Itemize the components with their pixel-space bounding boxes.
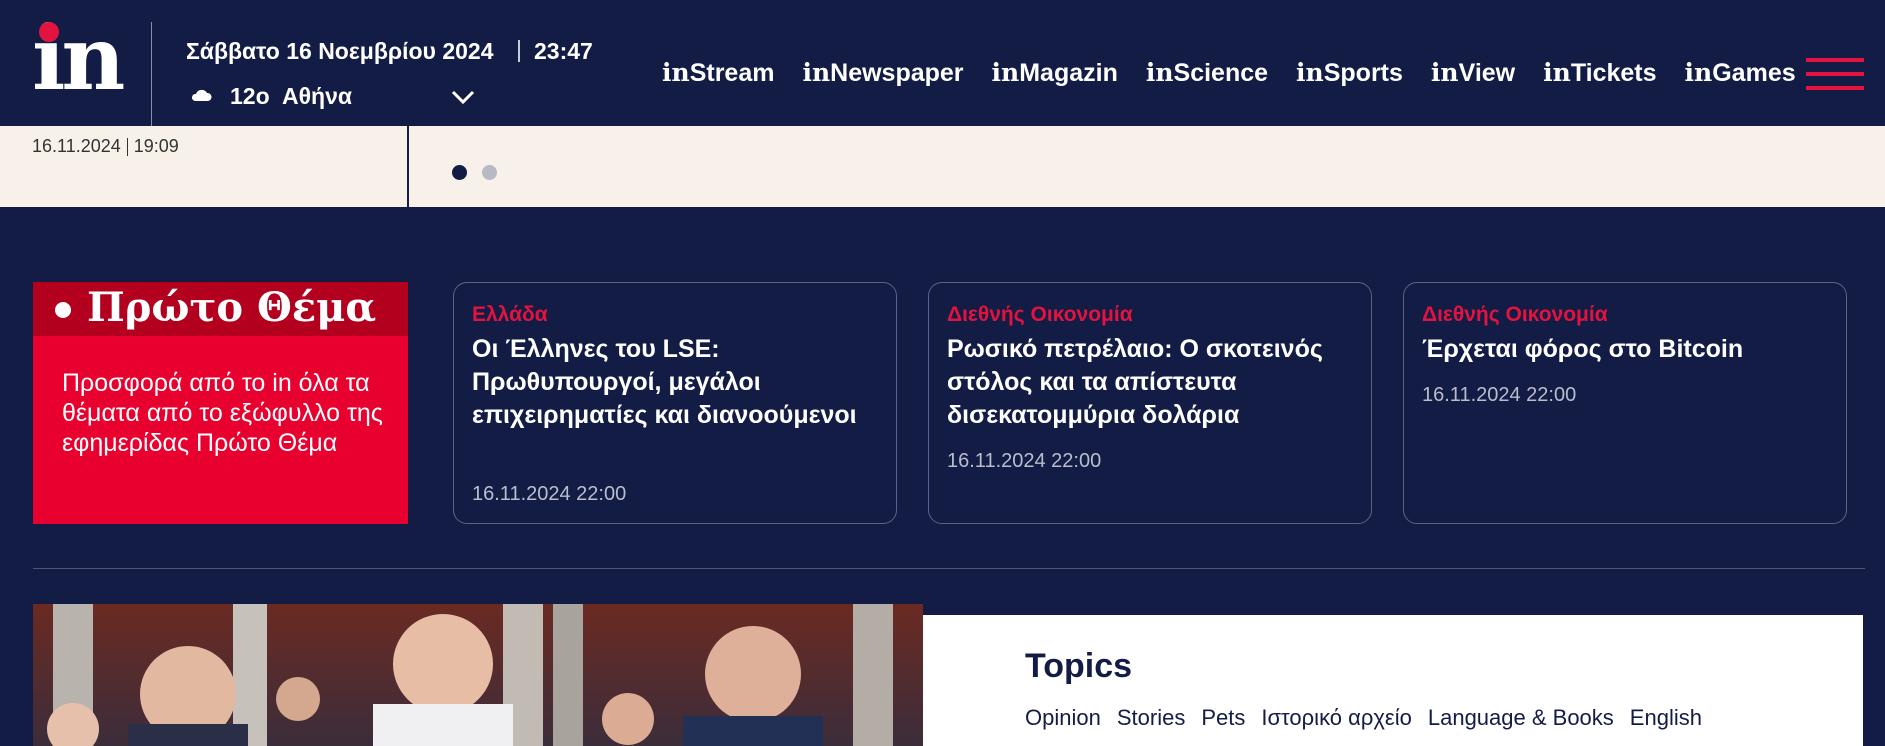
ticker-timestamp: 16.11.2024 19:09 xyxy=(32,136,179,157)
section-divider xyxy=(33,568,1865,569)
proto-thema-promo[interactable]: Πρώτο Θέμα Προσφορά από το in όλα τα θέμ… xyxy=(33,282,408,524)
strip-divider xyxy=(407,126,409,207)
article-title[interactable]: Ρωσικό πετρέλαιο: Ο σκοτεινός στόλος και… xyxy=(947,333,1357,432)
current-time: 23:47 xyxy=(534,38,593,64)
city-name[interactable]: Αθήνα xyxy=(282,83,352,110)
nav-item-view[interactable]: inView xyxy=(1431,58,1515,88)
topics-panel: Topics Opinion Stories Pets Ιστορικό αρχ… xyxy=(923,615,1863,746)
article-date: 16.11.2024 22:00 xyxy=(1422,384,1577,406)
site-header: in Σάββατο 16 Νοεμβρίου 2024 23:47 12o Α… xyxy=(0,0,1885,126)
site-logo[interactable]: in xyxy=(32,14,126,102)
carousel-dot[interactable] xyxy=(482,165,497,180)
carousel-dot-active[interactable] xyxy=(452,165,467,180)
nav-item-newspaper[interactable]: inNewspaper xyxy=(802,58,963,88)
article-category[interactable]: Ελλάδα xyxy=(472,303,548,327)
topics-title: Topics xyxy=(1025,647,1133,685)
article-card[interactable]: Ελλάδα Οι Έλληνες του LSE: Πρωθυπουργοί,… xyxy=(453,282,897,524)
featured-article-image[interactable] xyxy=(33,604,923,746)
topic-link[interactable]: Pets xyxy=(1201,705,1245,731)
cloud-icon xyxy=(191,89,212,101)
article-date: 16.11.2024 22:00 xyxy=(472,483,627,505)
nav-item-stream[interactable]: inStream xyxy=(662,58,774,88)
topic-link[interactable]: Opinion xyxy=(1025,705,1101,731)
topic-link[interactable]: Stories xyxy=(1117,705,1185,731)
article-card[interactable]: Διεθνής Οικονομία Ρωσικό πετρέλαιο: Ο σκ… xyxy=(928,282,1372,524)
article-date: 16.11.2024 22:00 xyxy=(947,450,1102,472)
header-divider xyxy=(151,22,152,126)
date-separator xyxy=(518,40,520,62)
article-category[interactable]: Διεθνής Οικονομία xyxy=(1422,303,1608,327)
promo-title: Πρώτο Θέμα xyxy=(87,284,377,331)
photo-illustration xyxy=(33,604,923,746)
news-ticker-strip: 16.11.2024 19:09 xyxy=(0,126,1885,207)
chevron-down-icon[interactable] xyxy=(450,88,476,106)
nav-item-games[interactable]: inGames xyxy=(1685,58,1796,88)
temperature: 12o xyxy=(230,83,270,109)
article-card[interactable]: Διεθνής Οικονομία Έρχεται φόρος στο Bitc… xyxy=(1403,282,1847,524)
nav-item-magazin[interactable]: inMagazin xyxy=(992,58,1118,88)
article-category[interactable]: Διεθνής Οικονομία xyxy=(947,303,1133,327)
article-title[interactable]: Οι Έλληνες του LSE: Πρωθυπουργοί, μεγάλο… xyxy=(472,333,882,432)
topic-link[interactable]: Language & Books xyxy=(1428,705,1614,731)
ticker-time: 19:09 xyxy=(133,136,179,156)
nav-item-tickets[interactable]: inTickets xyxy=(1543,58,1656,88)
logo-dot xyxy=(39,22,59,42)
ticker-date: 16.11.2024 xyxy=(32,136,121,156)
nav-item-science[interactable]: inScience xyxy=(1146,58,1268,88)
hamburger-menu-icon[interactable] xyxy=(1806,58,1864,90)
nav-item-sports[interactable]: inSports xyxy=(1296,58,1403,88)
promo-header: Πρώτο Θέμα xyxy=(33,282,408,336)
topic-link[interactable]: English xyxy=(1630,705,1702,731)
topic-link[interactable]: Ιστορικό αρχείο xyxy=(1261,705,1412,731)
main-nav: inStream inNewspaper inMagazin inScience… xyxy=(662,58,1824,88)
current-date: Σάββατο 16 Νοεμβρίου 2024 xyxy=(186,38,494,64)
promo-text: Προσφορά από το in όλα τα θέματα από το … xyxy=(62,369,383,457)
article-title[interactable]: Έρχεται φόρος στο Bitcoin xyxy=(1422,333,1832,366)
topics-list: Opinion Stories Pets Ιστορικό αρχείο Lan… xyxy=(1025,705,1718,731)
promo-bullet xyxy=(55,302,71,318)
